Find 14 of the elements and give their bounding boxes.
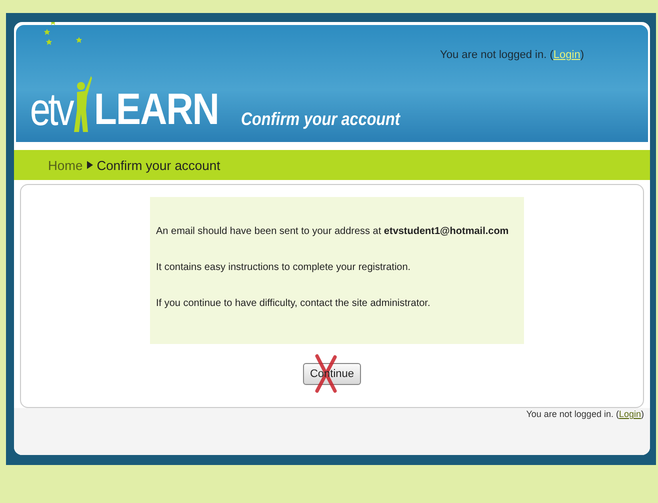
footer-login-status: You are not logged in. (Login) xyxy=(526,409,644,419)
message-text: An email should have been sent to your address at etvstudent1@hotmail.com xyxy=(156,225,510,238)
breadcrumb-link[interactable]: Home xyxy=(48,158,83,172)
breadcrumb-current: Confirm your account xyxy=(96,158,220,172)
logo-text: LEARN xyxy=(94,88,219,132)
message-text: It contains easy instructions to complete your registration. xyxy=(156,261,412,274)
logo-text: etv xyxy=(30,86,72,132)
login-status: You are not logged in. (Login) xyxy=(440,49,584,61)
breadcrumb-arrow-icon xyxy=(86,161,93,169)
login-link[interactable]: Login xyxy=(618,409,641,419)
stars-icon xyxy=(44,22,82,46)
person-figure-icon xyxy=(74,74,92,132)
page-title: Confirm your account xyxy=(240,109,400,130)
message-text: If you continue to have difficulty, contact the site administrator. xyxy=(156,297,432,310)
